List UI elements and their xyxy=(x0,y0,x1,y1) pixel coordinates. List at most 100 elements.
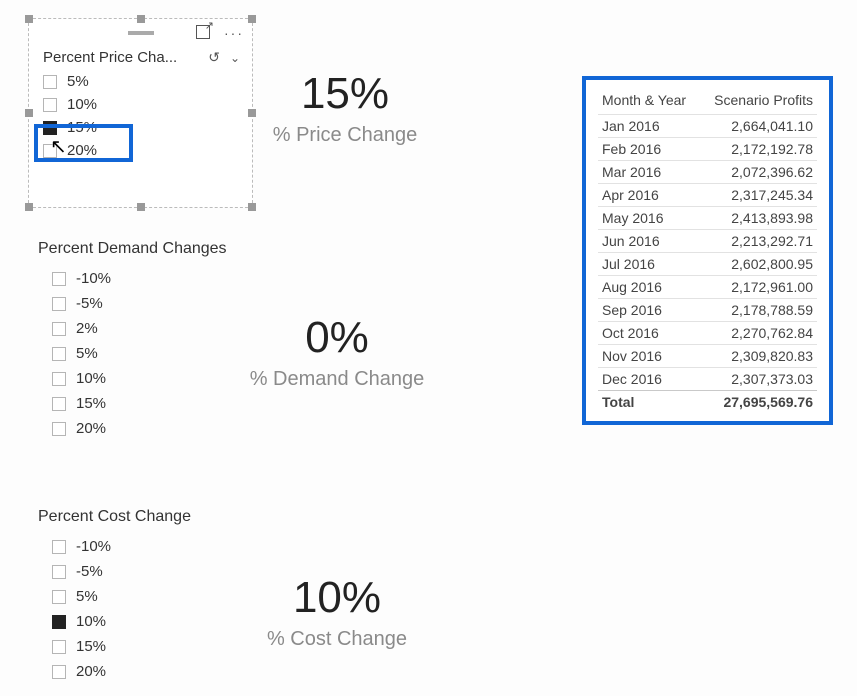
slicer-item[interactable]: -10% xyxy=(52,266,238,291)
focus-mode-icon[interactable] xyxy=(196,25,212,41)
slicer-item[interactable]: 5% xyxy=(52,584,238,609)
slicer-item[interactable]: 10% xyxy=(43,93,242,116)
slicer-item[interactable]: 15% xyxy=(43,116,242,139)
table-row: Feb 20162,172,192.78 xyxy=(598,137,817,160)
checkbox-icon[interactable] xyxy=(52,665,66,679)
checkbox-icon[interactable] xyxy=(52,397,66,411)
table-row: Dec 20162,307,373.03 xyxy=(598,367,817,390)
slicer-item-label: -10% xyxy=(76,270,111,287)
slicer-item-label: 15% xyxy=(67,119,97,136)
scenario-profits-table: Month & Year Scenario Profits Jan 20162,… xyxy=(582,76,833,425)
card-value: 15% xyxy=(240,72,450,116)
more-options-icon[interactable]: ··· xyxy=(224,25,244,41)
checkbox-icon[interactable] xyxy=(52,590,66,604)
cell-month: Mar 2016 xyxy=(602,164,661,180)
card-label: % Demand Change xyxy=(232,368,442,391)
cell-profit: 2,172,961.00 xyxy=(731,279,813,295)
slicer-price-change[interactable]: ··· Percent Price Cha... ↺ ⌄ 5% 10% 15% 20% xyxy=(28,18,253,208)
slicer-item[interactable]: 2% xyxy=(52,316,238,341)
table-row: Nov 20162,309,820.83 xyxy=(598,344,817,367)
slicer-item-label: -5% xyxy=(76,295,103,312)
slicer-item-label: 2% xyxy=(76,320,98,337)
slicer-item-label: 20% xyxy=(67,142,97,159)
slicer-item[interactable]: 20% xyxy=(52,416,238,441)
slicer-demand-change[interactable]: Percent Demand Changes -10%-5%2%5%10%15%… xyxy=(38,240,248,445)
slicer-cost-change[interactable]: Percent Cost Change -10% -5% 5% 10% 15% 20% xyxy=(38,508,248,688)
slicer-item-label: 5% xyxy=(76,345,98,362)
slicer-item[interactable]: 15% xyxy=(52,634,238,659)
table-row: Apr 20162,317,245.34 xyxy=(598,183,817,206)
slicer-title: Percent Price Cha... xyxy=(43,49,177,66)
card-label: % Price Change xyxy=(240,124,450,147)
resize-handle[interactable] xyxy=(25,109,33,117)
slicer-item[interactable]: 15% xyxy=(52,391,238,416)
slicer-items: -10% -5% 5% 10% 15% 20% xyxy=(38,534,248,688)
cell-profit: 2,213,292.71 xyxy=(731,233,813,249)
resize-handle[interactable] xyxy=(137,203,145,211)
checkbox-icon[interactable] xyxy=(52,372,66,386)
checkbox-icon[interactable] xyxy=(52,322,66,336)
table-row: Jun 2016 2,213,292.71 xyxy=(598,229,817,252)
table-row: Oct 20162,270,762.84 xyxy=(598,321,817,344)
slicer-items: 5% 10% 15% 20% xyxy=(29,70,252,166)
checkbox-icon[interactable] xyxy=(52,272,66,286)
table-row: Jan 20162,664,041.10 xyxy=(598,114,817,137)
checkbox-icon[interactable] xyxy=(52,297,66,311)
checkbox-icon[interactable] xyxy=(43,121,57,135)
slicer-item-label: -10% xyxy=(76,538,111,555)
card-label: % Cost Change xyxy=(232,628,442,651)
checkbox-icon[interactable] xyxy=(52,347,66,361)
cell-month: Sep 2016 xyxy=(602,302,662,318)
slicer-item-label: -5% xyxy=(76,563,103,580)
resize-handle[interactable] xyxy=(248,203,256,211)
cell-profit: 2,413,893.98 xyxy=(731,210,813,226)
checkbox-icon[interactable] xyxy=(43,98,57,112)
slicer-title: Percent Cost Change xyxy=(38,508,248,526)
visual-header: ··· xyxy=(29,19,252,47)
slicer-item-label: 20% xyxy=(76,420,106,437)
slicer-item[interactable]: 5% xyxy=(43,70,242,93)
card-value: 10% xyxy=(232,576,442,620)
cell-profit: 2,309,820.83 xyxy=(731,348,813,364)
slicer-item[interactable]: 5% xyxy=(52,341,238,366)
cell-month: Jun 2016 xyxy=(602,233,660,249)
checkbox-icon[interactable] xyxy=(43,144,57,158)
slicer-item-label: 5% xyxy=(76,588,98,605)
drag-handle-icon[interactable] xyxy=(128,31,154,35)
cell-profit: 2,664,041.10 xyxy=(731,118,813,134)
cell-profit: 2,072,396.62 xyxy=(731,164,813,180)
cell-profit: 2,307,373.03 xyxy=(731,371,813,387)
col-month: Month & Year xyxy=(602,92,686,108)
checkbox-icon[interactable] xyxy=(52,422,66,436)
chevron-down-icon[interactable]: ⌄ xyxy=(230,51,240,65)
checkbox-icon[interactable] xyxy=(52,565,66,579)
slicer-item-label: 5% xyxy=(67,73,89,90)
slicer-item[interactable]: -5% xyxy=(52,291,238,316)
table-row: Jul 2016 2,602,800.95 xyxy=(598,252,817,275)
cell-profit: 2,317,245.34 xyxy=(731,187,813,203)
slicer-item[interactable]: 20% xyxy=(43,139,242,162)
card-demand-change: 0% % Demand Change xyxy=(232,316,442,391)
resize-handle[interactable] xyxy=(25,203,33,211)
table-header: Month & Year Scenario Profits xyxy=(598,92,817,114)
checkbox-icon[interactable] xyxy=(52,615,66,629)
slicer-item[interactable]: 20% xyxy=(52,659,238,684)
cell-month: Jul 2016 xyxy=(602,256,655,272)
checkbox-icon[interactable] xyxy=(43,75,57,89)
cell-month: May 2016 xyxy=(602,210,663,226)
slicer-item[interactable]: -5% xyxy=(52,559,238,584)
table-total-row: Total 27,695,569.76 xyxy=(598,390,817,413)
cell-profit: 2,172,192.78 xyxy=(731,141,813,157)
total-value: 27,695,569.76 xyxy=(723,394,813,410)
clear-selection-icon[interactable]: ↺ xyxy=(208,49,220,66)
slicer-item[interactable]: -10% xyxy=(52,534,238,559)
checkbox-icon[interactable] xyxy=(52,540,66,554)
slicer-item[interactable]: 10% xyxy=(52,609,238,634)
slicer-item-label: 15% xyxy=(76,395,106,412)
cell-profit: 2,602,800.95 xyxy=(731,256,813,272)
slicer-item-label: 20% xyxy=(76,663,106,680)
slicer-item-label: 15% xyxy=(76,638,106,655)
checkbox-icon[interactable] xyxy=(52,640,66,654)
slicer-item-label: 10% xyxy=(76,370,106,387)
slicer-item[interactable]: 10% xyxy=(52,366,238,391)
